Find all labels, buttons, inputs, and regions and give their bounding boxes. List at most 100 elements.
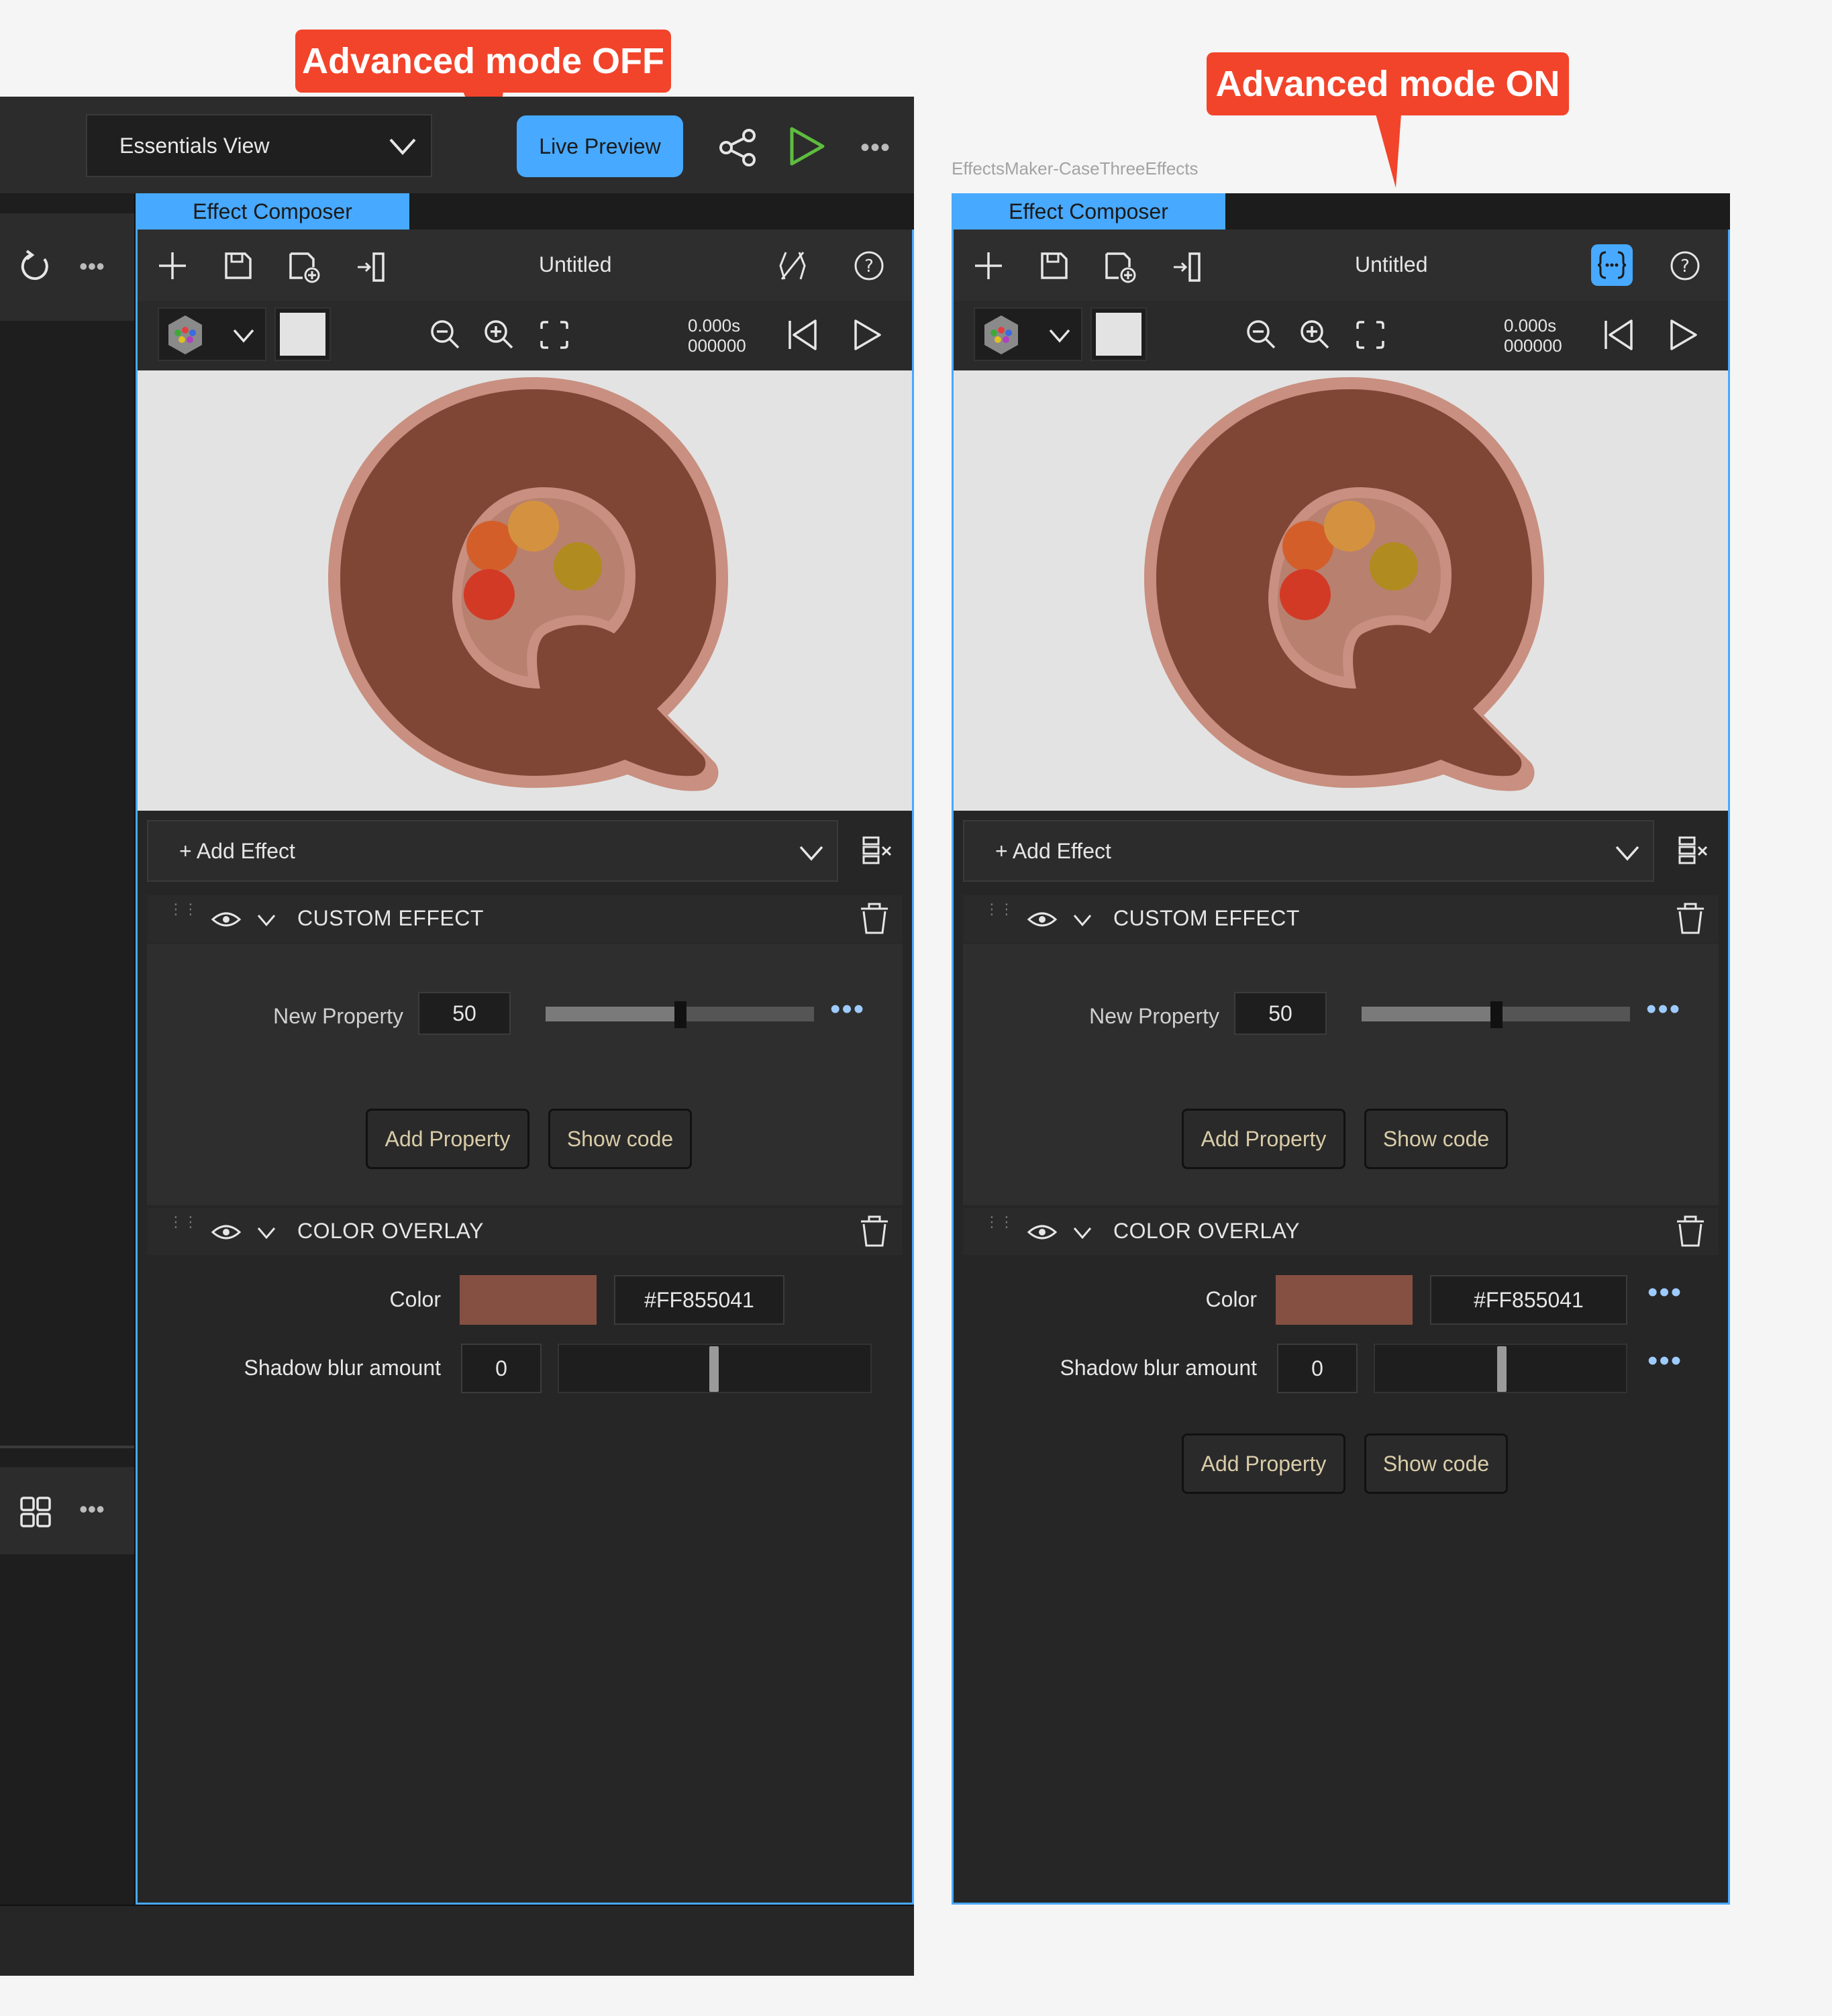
show-code-button[interactable]: Show code: [1364, 1109, 1508, 1169]
blur-more-icon[interactable]: •••: [1647, 1346, 1682, 1376]
help-icon[interactable]: ?: [1668, 248, 1702, 283]
chevron-down-icon[interactable]: [1070, 907, 1095, 931]
custom-effect-header[interactable]: ⋮⋮ CUSTOM EFFECT: [963, 895, 1719, 942]
new-property-value[interactable]: 50: [1234, 992, 1327, 1035]
property-more-icon[interactable]: •••: [1646, 995, 1681, 1024]
save-as-icon[interactable]: [1103, 250, 1137, 285]
preview-image-select[interactable]: [158, 307, 266, 361]
code-editor-off-icon[interactable]: [774, 247, 811, 285]
background-color-swatch[interactable]: [1090, 307, 1147, 361]
color-overlay-header[interactable]: ⋮⋮ COLOR OVERLAY: [147, 1208, 903, 1255]
play-icon[interactable]: [849, 317, 885, 353]
add-effect-dropdown[interactable]: + Add Effect: [963, 820, 1654, 882]
svg-text:?: ?: [864, 256, 874, 276]
chevron-down-icon[interactable]: [254, 907, 278, 931]
tab-label: Effect Composer: [193, 199, 352, 223]
eye-icon[interactable]: [210, 1219, 242, 1246]
share-icon[interactable]: [717, 126, 760, 169]
trash-icon[interactable]: [858, 1215, 890, 1248]
color-more-icon[interactable]: •••: [1647, 1278, 1682, 1307]
drag-handle-icon[interactable]: ⋮⋮: [168, 1215, 198, 1229]
effect-composer-panel-on: Effect Composer Untitled ? 0.000s 000000…: [952, 193, 1730, 1905]
add-property-button[interactable]: Add Property: [366, 1109, 529, 1169]
new-property-slider-knob[interactable]: [674, 1001, 686, 1028]
restart-icon[interactable]: [784, 317, 821, 353]
sidebar-bottom-more-icon[interactable]: •••: [79, 1495, 105, 1523]
composition-title: Untitled: [1355, 252, 1428, 276]
chevron-down-icon[interactable]: [254, 1220, 278, 1244]
panel-body: Untitled ? 0.000s 000000 + Add Effect ⋮⋮…: [952, 230, 1730, 1905]
view-select[interactable]: Essentials View: [86, 114, 432, 177]
drag-handle-icon[interactable]: ⋮⋮: [168, 902, 198, 917]
chevron-down-icon: [799, 846, 823, 861]
show-code-button[interactable]: Show code: [1364, 1433, 1508, 1494]
add-icon[interactable]: [972, 250, 1005, 282]
remove-all-effects-icon[interactable]: [1676, 834, 1711, 868]
drag-handle-icon[interactable]: ⋮⋮: [984, 1215, 1014, 1229]
color-overlay-header[interactable]: ⋮⋮ COLOR OVERLAY: [963, 1208, 1719, 1255]
code-editor-on-button[interactable]: [1591, 244, 1633, 286]
zoom-in-icon[interactable]: [482, 318, 516, 352]
overlay-color-hex[interactable]: #FF855041: [614, 1275, 784, 1325]
trash-icon[interactable]: [1674, 902, 1707, 936]
overlay-color-hex[interactable]: #FF855041: [1430, 1275, 1627, 1325]
new-property-slider-fill: [1362, 1007, 1496, 1021]
callout-on-text: Advanced mode ON: [1215, 64, 1560, 104]
add-property-button[interactable]: Add Property: [1182, 1109, 1345, 1169]
zoom-out-icon[interactable]: [429, 318, 462, 352]
add-effect-dropdown[interactable]: + Add Effect: [147, 820, 838, 882]
fit-to-view-icon[interactable]: [538, 318, 571, 352]
zoom-in-icon[interactable]: [1299, 318, 1332, 352]
composer-toolbar: Untitled ?: [954, 230, 1728, 301]
shadow-blur-slider-knob[interactable]: [1497, 1346, 1507, 1392]
add-property-label: Add Property: [1201, 1451, 1327, 1476]
color-overlay-title: COLOR OVERLAY: [297, 1219, 484, 1243]
zoom-out-icon[interactable]: [1245, 318, 1278, 352]
overlay-color-swatch[interactable]: [1276, 1275, 1413, 1325]
shadow-blur-slider-knob[interactable]: [709, 1346, 719, 1392]
tab-effect-composer[interactable]: Effect Composer: [136, 193, 409, 230]
play-icon[interactable]: [1665, 317, 1701, 353]
drag-handle-icon[interactable]: ⋮⋮: [984, 902, 1014, 917]
eye-icon[interactable]: [1026, 906, 1058, 933]
save-as-icon[interactable]: [287, 250, 321, 285]
show-code-button[interactable]: Show code: [548, 1109, 692, 1169]
restart-icon[interactable]: [1600, 317, 1637, 353]
new-property-slider-knob[interactable]: [1490, 1001, 1503, 1028]
refresh-icon[interactable]: [17, 248, 54, 285]
eye-icon[interactable]: [210, 906, 242, 933]
add-effect-label: + Add Effect: [179, 838, 295, 863]
run-icon[interactable]: [785, 125, 828, 168]
add-icon[interactable]: [156, 250, 189, 282]
color-label: Color: [389, 1287, 441, 1311]
grid-icon[interactable]: [19, 1495, 52, 1529]
background-color-swatch[interactable]: [274, 307, 331, 361]
chevron-down-icon: [389, 138, 416, 155]
help-icon[interactable]: ?: [852, 248, 886, 283]
shadow-blur-value[interactable]: 0: [1277, 1344, 1358, 1393]
remove-all-effects-icon[interactable]: [860, 834, 895, 868]
chevron-down-icon[interactable]: [1070, 1220, 1095, 1244]
chevron-down-icon: [1049, 329, 1070, 343]
eye-icon[interactable]: [1026, 1219, 1058, 1246]
new-property-value[interactable]: 50: [418, 992, 511, 1035]
custom-effect-body: New Property 50 ••• Add Property Show co…: [963, 944, 1719, 1205]
custom-effect-header[interactable]: ⋮⋮ CUSTOM EFFECT: [147, 895, 903, 942]
sidebar-more-icon[interactable]: •••: [79, 252, 105, 281]
live-preview-button[interactable]: Live Preview: [517, 115, 683, 177]
save-icon[interactable]: [222, 250, 254, 282]
property-more-icon[interactable]: •••: [830, 995, 865, 1024]
overlay-color-swatch[interactable]: [460, 1275, 597, 1325]
tab-effect-composer[interactable]: Effect Composer: [952, 193, 1225, 230]
save-icon[interactable]: [1038, 250, 1070, 282]
more-options-icon[interactable]: •••: [860, 133, 890, 163]
fit-to-view-icon[interactable]: [1354, 318, 1387, 352]
add-property-button[interactable]: Add Property: [1182, 1433, 1345, 1494]
show-code-label: Show code: [1382, 1451, 1490, 1476]
shadow-blur-value[interactable]: 0: [461, 1344, 542, 1393]
preview-image-select[interactable]: [974, 307, 1082, 361]
assign-to-item-icon[interactable]: [354, 250, 389, 285]
trash-icon[interactable]: [858, 902, 890, 936]
assign-to-item-icon[interactable]: [1170, 250, 1205, 285]
trash-icon[interactable]: [1674, 1215, 1707, 1248]
